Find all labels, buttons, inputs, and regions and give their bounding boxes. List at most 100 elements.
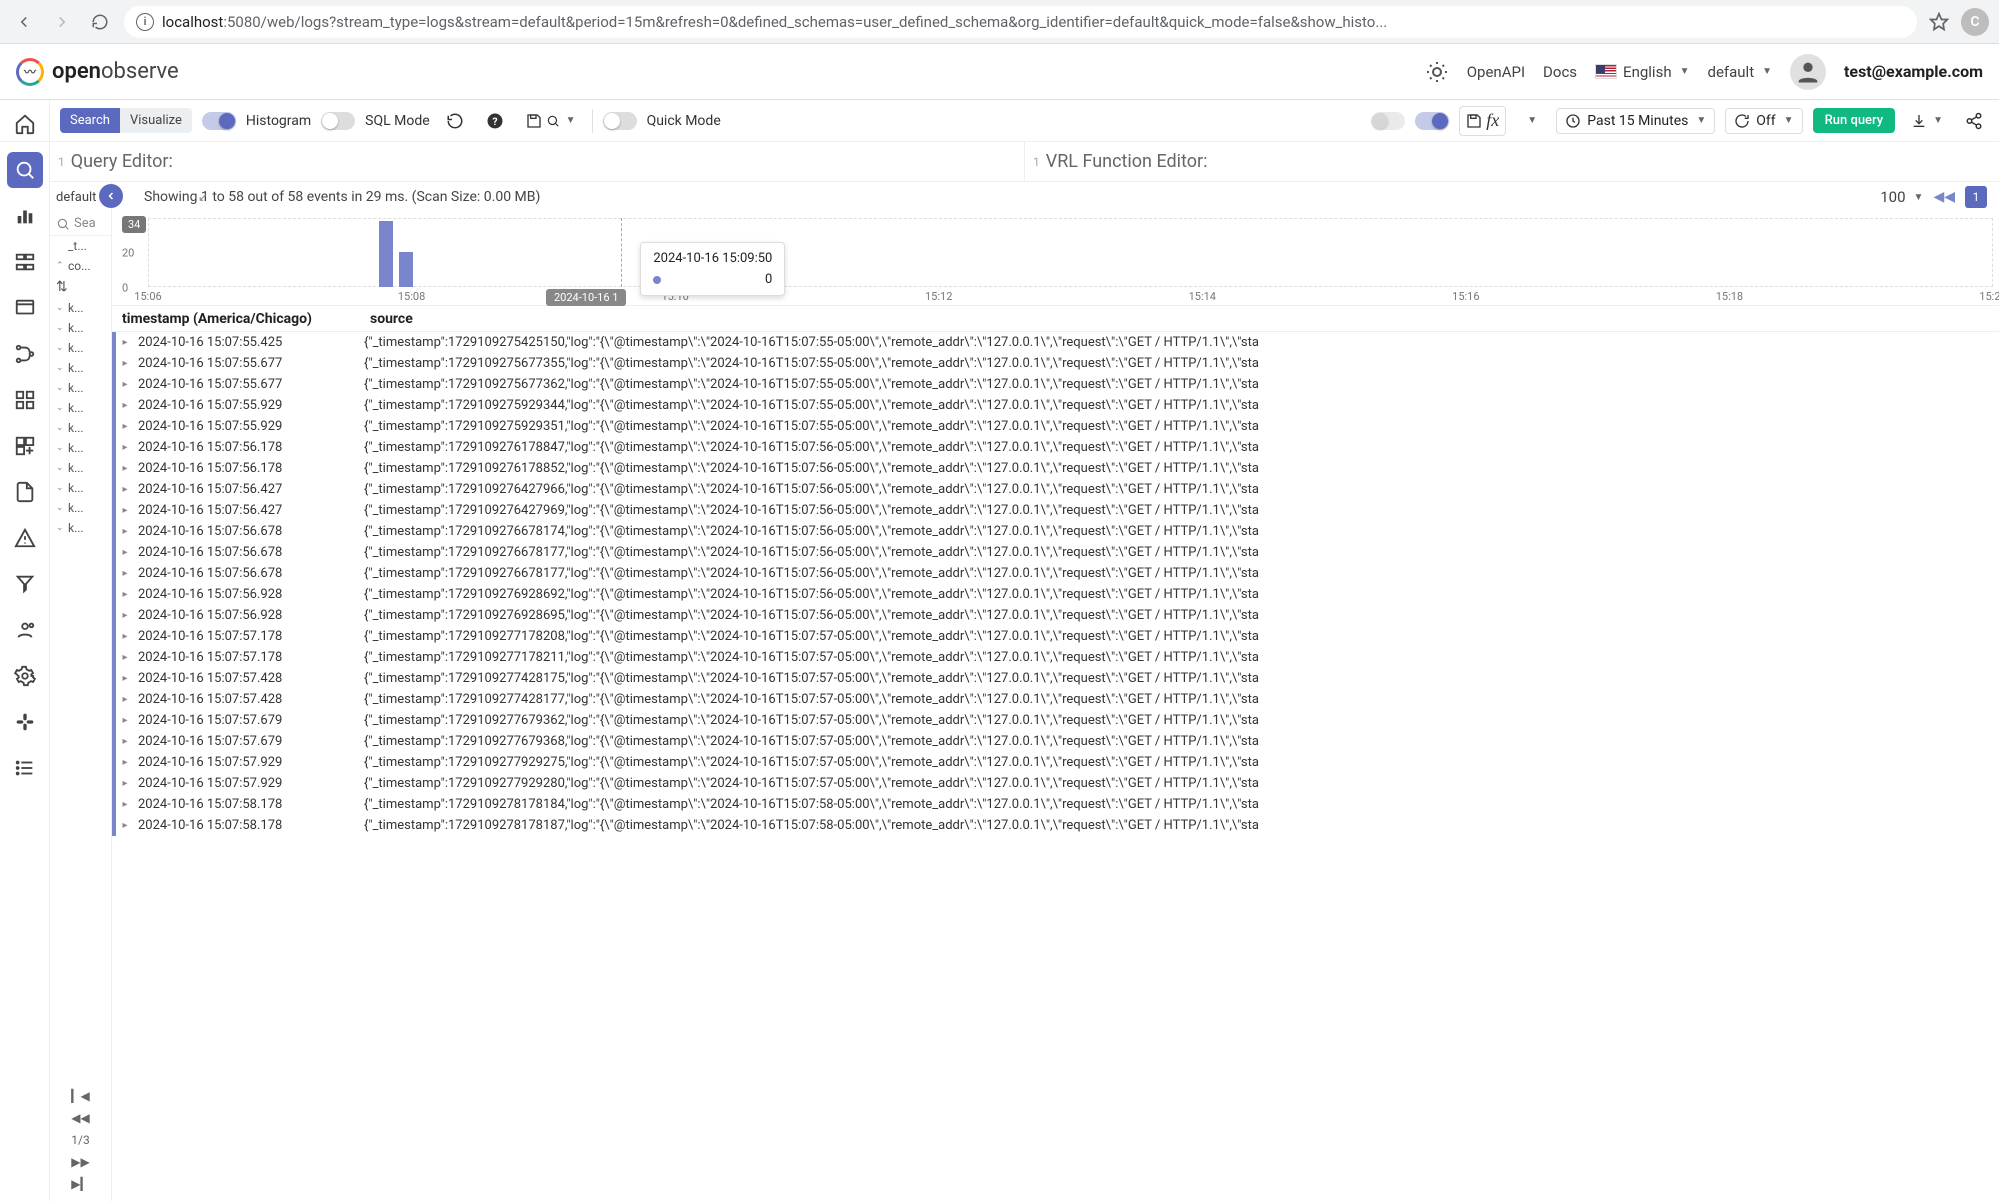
log-row[interactable]: ▸2024-10-16 15:07:57.929{"_timestamp":17…: [112, 752, 1999, 773]
reset-icon[interactable]: [440, 106, 470, 136]
expand-row-icon[interactable]: ▸: [116, 652, 134, 663]
expand-row-icon[interactable]: ▸: [116, 400, 134, 411]
expand-row-icon[interactable]: ▸: [116, 568, 134, 579]
field-row[interactable]: ⌃co...: [50, 256, 111, 276]
site-info-icon[interactable]: i: [136, 13, 154, 31]
run-query-button[interactable]: Run query: [1813, 108, 1896, 133]
log-row[interactable]: ▸2024-10-16 15:07:57.178{"_timestamp":17…: [112, 626, 1999, 647]
log-row[interactable]: ▸2024-10-16 15:07:55.929{"_timestamp":17…: [112, 395, 1999, 416]
log-row[interactable]: ▸2024-10-16 15:07:58.178{"_timestamp":17…: [112, 815, 1999, 836]
field-row[interactable]: ⌄k...: [50, 498, 111, 518]
field-row[interactable]: ⌄k...: [50, 298, 111, 318]
field-row[interactable]: ⇅: [50, 276, 111, 298]
nav-metrics[interactable]: [7, 198, 43, 234]
expand-row-icon[interactable]: ▸: [116, 715, 134, 726]
theme-toggle-icon[interactable]: [1425, 60, 1449, 84]
log-row[interactable]: ▸2024-10-16 15:07:56.427{"_timestamp":17…: [112, 500, 1999, 521]
expand-row-icon[interactable]: ▸: [116, 463, 134, 474]
expand-row-icon[interactable]: ▸: [116, 799, 134, 810]
expand-row-icon[interactable]: ▸: [116, 547, 134, 558]
reload-button[interactable]: [86, 8, 114, 36]
expand-row-icon[interactable]: ▸: [116, 631, 134, 642]
histogram-chart[interactable]: 34 200 15:0615:0815:1015:1215:1415:1615:…: [112, 212, 1999, 306]
quick-mode-toggle[interactable]: [603, 112, 637, 130]
expand-row-icon[interactable]: ▸: [116, 421, 134, 432]
nav-traces[interactable]: [7, 244, 43, 280]
nav-functions[interactable]: [7, 566, 43, 602]
help-icon[interactable]: ?: [480, 106, 510, 136]
profile-avatar[interactable]: C: [1961, 8, 1989, 36]
nav-list-icon[interactable]: [7, 750, 43, 786]
col-source[interactable]: source: [360, 311, 1999, 327]
expand-row-icon[interactable]: ▸: [116, 337, 134, 348]
nav-slack-icon[interactable]: [7, 704, 43, 740]
field-row[interactable]: ⌄k...: [50, 378, 111, 398]
org-select[interactable]: default ▼: [1707, 63, 1772, 81]
log-row[interactable]: ▸2024-10-16 15:07:56.678{"_timestamp":17…: [112, 521, 1999, 542]
field-row[interactable]: ⌄k...: [50, 518, 111, 538]
nav-reports[interactable]: [7, 474, 43, 510]
log-row[interactable]: ▸2024-10-16 15:07:56.928{"_timestamp":17…: [112, 584, 1999, 605]
expand-row-icon[interactable]: ▸: [116, 484, 134, 495]
nav-rum[interactable]: [7, 290, 43, 326]
field-row[interactable]: ⌄k...: [50, 478, 111, 498]
nav-search[interactable]: [7, 152, 43, 188]
language-select[interactable]: English ▼: [1595, 63, 1689, 81]
expand-row-icon[interactable]: ▸: [116, 358, 134, 369]
nav-settings[interactable]: [7, 658, 43, 694]
field-row[interactable]: ⌄k...: [50, 438, 111, 458]
vrl-editor[interactable]: 1 VRL Function Editor:: [1024, 142, 1999, 181]
query-editor[interactable]: 1 Query Editor:: [50, 142, 1024, 181]
expand-row-icon[interactable]: ▸: [116, 736, 134, 747]
page-size-select[interactable]: 100 ▼: [1880, 188, 1923, 206]
nav-streams[interactable]: [7, 428, 43, 464]
function-toggle[interactable]: [1415, 112, 1449, 130]
nav-home[interactable]: [7, 106, 43, 142]
share-icon[interactable]: [1959, 106, 1989, 136]
expand-row-icon[interactable]: ▸: [116, 379, 134, 390]
chart-bar[interactable]: [379, 221, 393, 288]
expand-row-icon[interactable]: ▸: [116, 610, 134, 621]
log-row[interactable]: ▸2024-10-16 15:07:58.178{"_timestamp":17…: [112, 794, 1999, 815]
first-page-icon[interactable]: ◀◀: [1933, 189, 1955, 205]
field-row[interactable]: ⌄k...: [50, 358, 111, 378]
log-row[interactable]: ▸2024-10-16 15:07:57.679{"_timestamp":17…: [112, 731, 1999, 752]
log-row[interactable]: ▸2024-10-16 15:07:56.178{"_timestamp":17…: [112, 437, 1999, 458]
save-search-dropdown[interactable]: ▼: [520, 106, 582, 136]
prev-page-icon[interactable]: ◀◀: [71, 1111, 89, 1125]
fx-dropdown-caret[interactable]: ▼: [1516, 106, 1546, 136]
log-row[interactable]: ▸2024-10-16 15:07:55.677{"_timestamp":17…: [112, 374, 1999, 395]
back-button[interactable]: [10, 8, 38, 36]
field-row[interactable]: ⌄k...: [50, 418, 111, 438]
field-row[interactable]: ⌄k...: [50, 318, 111, 338]
first-page-icon[interactable]: ▎◀: [71, 1089, 89, 1103]
url-bar[interactable]: i localhost:5080/web/logs?stream_type=lo…: [124, 6, 1917, 38]
current-page[interactable]: 1: [1965, 186, 1987, 208]
expand-row-icon[interactable]: ▸: [116, 757, 134, 768]
logo[interactable]: 〰 openobserve: [16, 58, 179, 86]
save-function-dropdown[interactable]: fx: [1459, 106, 1506, 136]
log-row[interactable]: ▸2024-10-16 15:07:56.678{"_timestamp":17…: [112, 563, 1999, 584]
log-row[interactable]: ▸2024-10-16 15:07:55.677{"_timestamp":17…: [112, 353, 1999, 374]
nav-iam[interactable]: [7, 612, 43, 648]
docs-link[interactable]: Docs: [1543, 63, 1577, 81]
log-row[interactable]: ▸2024-10-16 15:07:56.678{"_timestamp":17…: [112, 542, 1999, 563]
field-row[interactable]: ._t...: [50, 236, 111, 256]
log-row[interactable]: ▸2024-10-16 15:07:55.425{"_timestamp":17…: [112, 332, 1999, 353]
expand-row-icon[interactable]: ▸: [116, 673, 134, 684]
field-row[interactable]: ⌄k...: [50, 398, 111, 418]
bookmark-star-icon[interactable]: [1927, 10, 1951, 34]
col-timestamp[interactable]: timestamp (America/Chicago): [108, 311, 360, 327]
last-page-icon[interactable]: ▶▎: [71, 1177, 89, 1191]
next-page-icon[interactable]: ▶▶: [71, 1155, 89, 1169]
expand-row-icon[interactable]: ▸: [116, 526, 134, 537]
histogram-toggle[interactable]: [202, 112, 236, 130]
log-row[interactable]: ▸2024-10-16 15:07:57.929{"_timestamp":17…: [112, 773, 1999, 794]
expand-row-icon[interactable]: ▸: [116, 778, 134, 789]
log-row[interactable]: ▸2024-10-16 15:07:56.178{"_timestamp":17…: [112, 458, 1999, 479]
log-row[interactable]: ▸2024-10-16 15:07:56.928{"_timestamp":17…: [112, 605, 1999, 626]
expand-row-icon[interactable]: ▸: [116, 820, 134, 831]
field-row[interactable]: ⌄k...: [50, 458, 111, 478]
nav-pipelines[interactable]: [7, 336, 43, 372]
auto-refresh-picker[interactable]: Off ▼: [1725, 108, 1802, 134]
